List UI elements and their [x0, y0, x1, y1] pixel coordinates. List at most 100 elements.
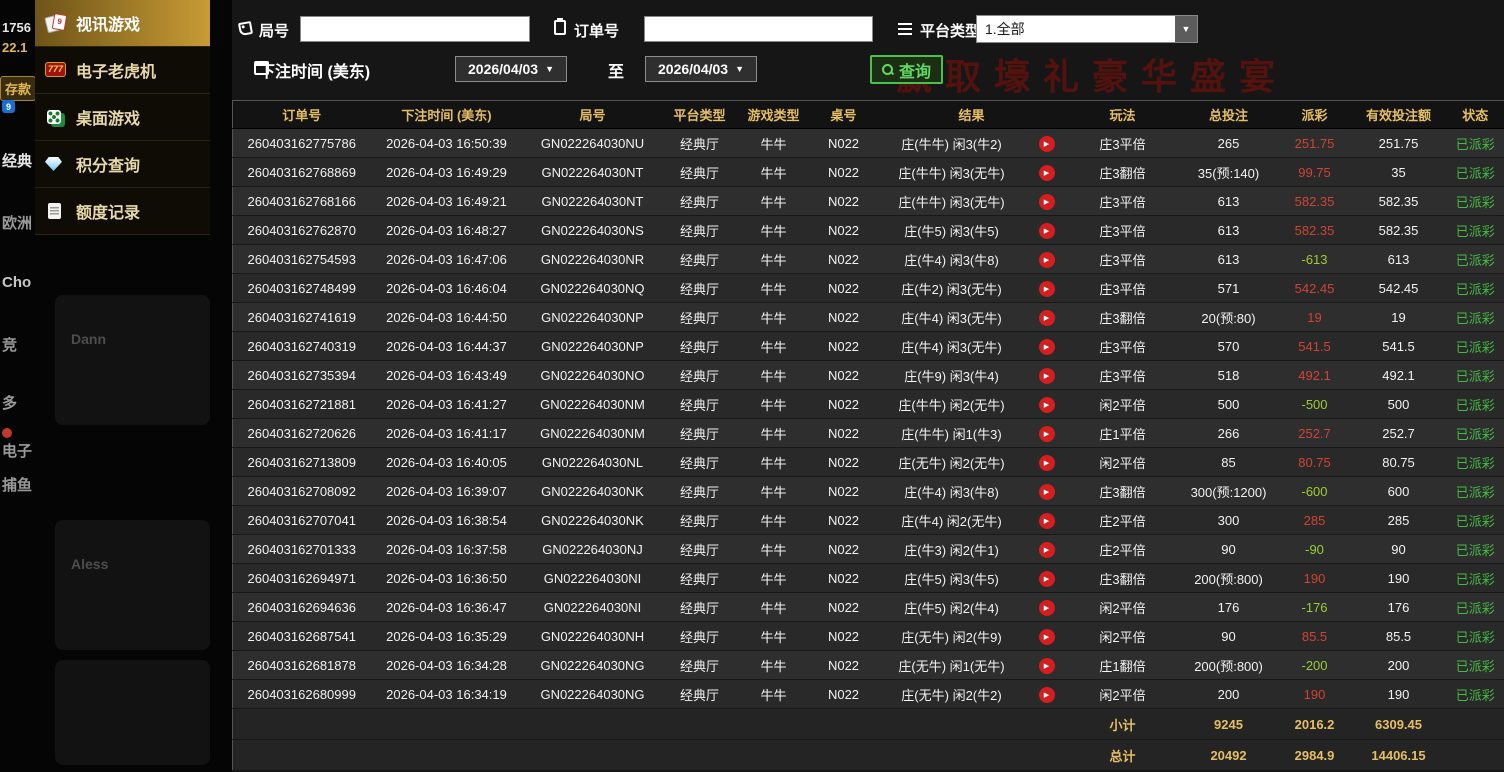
replay-button[interactable]: ▶ [1038, 513, 1055, 529]
game-type-cell: 牛牛 [736, 389, 811, 419]
date-from-button[interactable]: 2026/04/03 ▼ [455, 56, 567, 82]
result-cell: 庄(牛5) 闲3(牛5) [876, 563, 1027, 593]
replay-button[interactable]: ▶ [1038, 600, 1055, 616]
table-no-cell: N022 [810, 476, 877, 506]
background-deposit-button: 存款 [0, 76, 37, 101]
play-method-cell: 庄1平倍 [1066, 418, 1179, 448]
sidebar-item-table-games[interactable]: 桌面游戏 [35, 94, 210, 141]
sidebar-item-video-games[interactable]: 视讯游戏 [35, 0, 210, 47]
replay-button[interactable]: ▶ [1038, 484, 1055, 500]
subtotal-total-bet: 9245 [1178, 708, 1279, 740]
game-type-cell: 牛牛 [736, 360, 811, 390]
total-bet-cell: 613 [1178, 186, 1279, 216]
header-game-type: 游戏类型 [736, 100, 811, 129]
date-range-to-label: 至 [608, 64, 625, 81]
table-no-cell: N022 [810, 563, 877, 593]
background-dealer-name: Aless [71, 556, 109, 572]
bet-time-cell: 2026-04-03 16:48:27 [370, 215, 523, 245]
background-nav-europe: 欧洲 [2, 215, 33, 232]
replay-button[interactable]: ▶ [1038, 542, 1055, 558]
replay-button[interactable]: ▶ [1038, 397, 1055, 413]
table-no-cell: N022 [810, 273, 877, 303]
payout-cell: -176 [1278, 592, 1351, 622]
replay-button[interactable]: ▶ [1038, 571, 1055, 587]
round-number-icon [237, 20, 254, 37]
payout-cell: 582.35 [1278, 215, 1351, 245]
replay-button[interactable]: ▶ [1038, 687, 1055, 703]
replay-button[interactable]: ▶ [1038, 339, 1055, 355]
order-cell: 260403162681878 [232, 650, 371, 680]
bet-time-cell: 2026-04-03 16:50:39 [370, 128, 523, 158]
play-method-cell: 庄3翻倍 [1066, 157, 1179, 187]
total-bet-cell: 518 [1178, 360, 1279, 390]
sidebar-item-credit-records[interactable]: 额度记录 [35, 188, 210, 235]
query-button-label: 查询 [899, 63, 932, 81]
replay-button[interactable]: ▶ [1038, 165, 1055, 181]
total-spacer [232, 739, 1067, 771]
replay-button[interactable]: ▶ [1038, 194, 1055, 210]
platform-cell: 经典厅 [662, 215, 737, 245]
replay-button[interactable]: ▶ [1038, 310, 1055, 326]
result-cell: 庄(牛牛) 闲3(无牛) [876, 186, 1027, 216]
round-cell: GN022264030NK [522, 476, 663, 506]
play-method-cell: 庄3平倍 [1066, 244, 1179, 274]
replay-cell: ▶ [1026, 273, 1067, 303]
play-method-cell: 庄3翻倍 [1066, 302, 1179, 332]
replay-button[interactable]: ▶ [1038, 136, 1055, 152]
bet-table-body: 260403162775786 2026-04-03 16:50:39 GN0222… [232, 128, 1504, 709]
replay-button[interactable]: ▶ [1038, 629, 1055, 645]
order-cell: 260403162707041 [232, 505, 371, 535]
valid-bet-cell: 600 [1350, 476, 1447, 506]
platform-type-value: 1.全部 [985, 21, 1025, 37]
table-no-cell: N022 [810, 505, 877, 535]
payout-cell: 190 [1278, 563, 1351, 593]
sidebar-item-slots[interactable]: 777 电子老虎机 [35, 47, 210, 94]
replay-button[interactable]: ▶ [1038, 455, 1055, 471]
subtotal-label: 小计 [1066, 708, 1179, 740]
total-bet-cell: 613 [1178, 244, 1279, 274]
total-bet-cell: 613 [1178, 215, 1279, 245]
sidebar-item-points-query[interactable]: 积分查询 [35, 141, 210, 188]
platform-cell: 经典厅 [662, 273, 737, 303]
replay-button[interactable]: ▶ [1038, 658, 1055, 674]
table-no-cell: N022 [810, 679, 877, 709]
status-cell: 已派彩 [1446, 592, 1504, 622]
background-nav-cho: Cho [2, 274, 32, 291]
order-cell: 260403162708092 [232, 476, 371, 506]
status-cell: 已派彩 [1446, 447, 1504, 477]
valid-bet-cell: 500 [1350, 389, 1447, 419]
table-no-cell: N022 [810, 447, 877, 477]
payout-cell: -200 [1278, 650, 1351, 680]
status-cell: 已派彩 [1446, 360, 1504, 390]
replay-button[interactable]: ▶ [1038, 281, 1055, 297]
round-number-input[interactable] [300, 16, 530, 42]
payout-cell: 542.45 [1278, 273, 1351, 303]
replay-cell: ▶ [1026, 186, 1067, 216]
payout-cell: 99.75 [1278, 157, 1351, 187]
valid-bet-cell: 285 [1350, 505, 1447, 535]
table-row: 260403162740319 2026-04-03 16:44:37 GN0222… [232, 331, 1504, 361]
valid-bet-cell: 542.45 [1350, 273, 1447, 303]
round-cell: GN022264030NP [522, 331, 663, 361]
round-cell: GN022264030NI [522, 592, 663, 622]
query-button[interactable]: 查询 [870, 55, 944, 84]
result-cell: 庄(无牛) 闲2(无牛) [876, 447, 1027, 477]
platform-type-select[interactable]: 1.全部 ▼ [976, 15, 1198, 43]
replay-cell: ▶ [1026, 476, 1067, 506]
sidebar-item-label: 视讯游戏 [76, 17, 141, 34]
round-cell: GN022264030NT [522, 186, 663, 216]
replay-button[interactable]: ▶ [1038, 368, 1055, 384]
replay-button[interactable]: ▶ [1038, 252, 1055, 268]
table-row: 260403162768166 2026-04-03 16:49:21 GN0222… [232, 186, 1504, 216]
round-cell: GN022264030NO [522, 360, 663, 390]
sidebar-item-label: 积分查询 [76, 158, 141, 175]
header-valid-bet: 有效投注额 [1350, 100, 1447, 129]
table-no-cell: N022 [810, 418, 877, 448]
replay-button[interactable]: ▶ [1038, 426, 1055, 442]
date-to-button[interactable]: 2026/04/03 ▼ [645, 56, 757, 82]
total-bet-cell: 300(预:1200) [1178, 476, 1279, 506]
order-number-input[interactable] [644, 16, 873, 42]
bet-time-cell: 2026-04-03 16:41:17 [370, 418, 523, 448]
replay-button[interactable]: ▶ [1038, 223, 1055, 239]
order-cell: 260403162775786 [232, 128, 371, 158]
